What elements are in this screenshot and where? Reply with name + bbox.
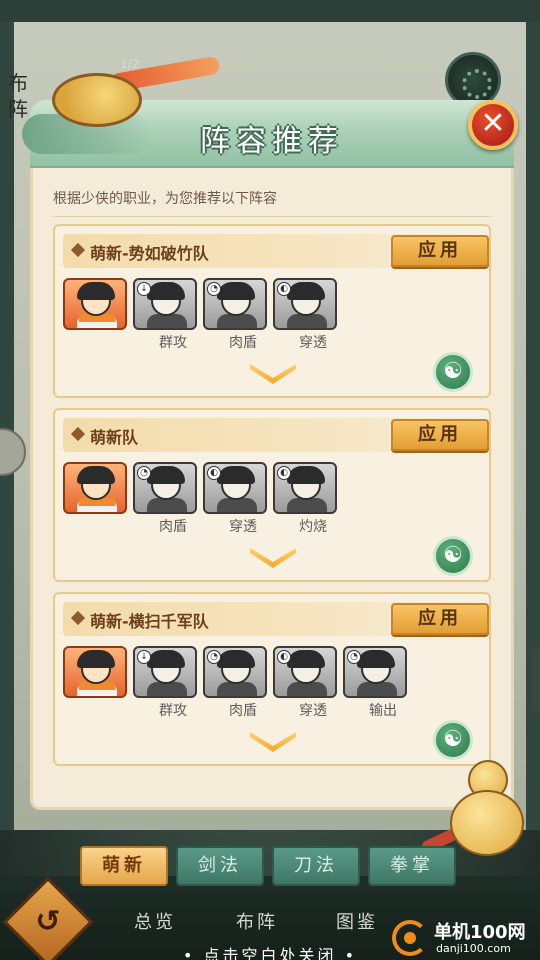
player-hero-portrait[interactable]	[63, 278, 127, 330]
hero-role-label: 穿透	[299, 335, 327, 351]
hero-class-badge-icon: ◔	[207, 282, 221, 296]
tab-2[interactable]: 刀法	[272, 846, 360, 886]
hero-portrait[interactable]: ◔	[133, 462, 197, 514]
watermark-logo-icon	[392, 920, 428, 956]
hero-class-badge-icon: ◐	[207, 466, 221, 480]
lineup-card: 萌新-势如破竹队 应用 ↓ 群攻 ◔ 肉盾 ◐ 穿透 ☯	[53, 224, 491, 398]
hero-role-label: 肉盾	[159, 519, 187, 535]
watermark-title: 单机100网	[434, 922, 526, 943]
hero-class-badge-icon: ◔	[347, 650, 361, 664]
expand-chevron-icon[interactable]	[250, 548, 296, 568]
close-x-icon: ✕	[480, 106, 506, 141]
hero-portrait[interactable]: ◐	[273, 646, 337, 698]
lineup-name: 萌新-势如破竹队	[90, 244, 209, 263]
expand-chevron-icon[interactable]	[250, 364, 296, 384]
lineup-card-header: 萌新队 应用	[63, 418, 489, 452]
yin-yang-button[interactable]: ☯	[433, 536, 473, 576]
divider	[53, 216, 491, 217]
hero-role-label: 穿透	[229, 519, 257, 535]
hero-role-label: 灼烧	[299, 519, 327, 535]
hero-class-badge-icon: ↓	[137, 282, 151, 296]
yin-yang-button[interactable]: ☯	[433, 352, 473, 392]
right-edge-notch	[532, 650, 540, 710]
lineup-card: 萌新队 应用 ◔ 肉盾 ◐ 穿透 ◐ 灼烧 ☯	[53, 408, 491, 582]
brush-ornament-icon	[40, 55, 221, 127]
hero-portrait[interactable]: ◐	[273, 278, 337, 330]
hero-class-badge-icon: ◔	[137, 466, 151, 480]
lineup-recommend-dialog: 阵容推荐 根据少侠的职业，为您推荐以下阵容 萌新-势如破竹队 应用 ↓ 群攻 ◔ 肉盾 ◐ 穿…	[22, 100, 514, 810]
tab-1[interactable]: 剑法	[176, 846, 264, 886]
lineup-name: 萌新队	[90, 428, 139, 447]
watermark-url: danji100.com	[436, 942, 511, 955]
lineup-card-header: 萌新-势如破竹队 应用	[63, 234, 489, 268]
hero-role-label: 肉盾	[229, 335, 257, 351]
hero-portrait[interactable]: ◐	[203, 462, 267, 514]
yin-yang-button[interactable]: ☯	[433, 720, 473, 760]
gourd-icon	[420, 760, 530, 860]
nav-codex[interactable]: 图鉴	[336, 908, 378, 934]
school-tabs: 萌新 剑法 刀法 拳掌	[80, 846, 480, 890]
diamond-bullet-icon	[70, 426, 86, 442]
hero-class-badge-icon: ◔	[207, 650, 221, 664]
yin-yang-icon: ☯	[443, 543, 463, 568]
diamond-bullet-icon	[70, 610, 86, 626]
hero-portrait[interactable]: ◐	[273, 462, 337, 514]
nav-formation[interactable]: 布阵	[236, 908, 278, 934]
yin-yang-icon: ☯	[443, 727, 463, 752]
diamond-bullet-icon	[70, 242, 86, 258]
hero-class-badge-icon: ◐	[277, 282, 291, 296]
site-watermark: 单机100网 danji100.com	[392, 916, 538, 960]
background-side-title: 布阵	[8, 71, 28, 121]
lineup-name: 萌新-横扫千军队	[90, 612, 209, 631]
hero-portrait[interactable]: ◔	[203, 646, 267, 698]
hero-role-label: 群攻	[159, 703, 187, 719]
top-strip	[0, 0, 540, 22]
hero-portrait[interactable]: ↓	[133, 278, 197, 330]
apply-lineup-button[interactable]: 应用	[391, 235, 489, 267]
close-button[interactable]: ✕	[468, 100, 518, 150]
hero-portrait[interactable]: ◔	[343, 646, 407, 698]
player-hero-portrait[interactable]	[63, 646, 127, 698]
tab-0[interactable]: 萌新	[80, 846, 168, 886]
lineup-card: 萌新-横扫千军队 应用 ↓ 群攻 ◔ 肉盾 ◐ 穿透 ◔ 输出 ☯	[53, 592, 491, 766]
dialog-subtitle: 根据少侠的职业，为您推荐以下阵容	[53, 191, 277, 207]
expand-chevron-icon[interactable]	[250, 732, 296, 752]
hero-role-label: 输出	[369, 703, 397, 719]
lineup-card-header: 萌新-横扫千军队 应用	[63, 602, 489, 636]
nav-overview[interactable]: 总览	[134, 908, 176, 934]
hero-role-label: 群攻	[159, 335, 187, 351]
hero-class-badge-icon: ◐	[277, 466, 291, 480]
apply-lineup-button[interactable]: 应用	[391, 603, 489, 635]
hero-portrait[interactable]: ◔	[203, 278, 267, 330]
dialog-body: 根据少侠的职业，为您推荐以下阵容 萌新-势如破竹队 应用 ↓ 群攻 ◔ 肉盾 ◐ 穿透 ☯ 萌新队…	[30, 168, 514, 810]
hero-role-label: 穿透	[299, 703, 327, 719]
player-hero-portrait[interactable]	[63, 462, 127, 514]
hero-portrait[interactable]: ↓	[133, 646, 197, 698]
hero-class-badge-icon: ↓	[137, 650, 151, 664]
hero-role-label: 肉盾	[229, 703, 257, 719]
yin-yang-icon: ☯	[443, 359, 463, 384]
tab-3[interactable]: 拳掌	[368, 846, 456, 886]
hero-class-badge-icon: ◐	[277, 650, 291, 664]
apply-lineup-button[interactable]: 应用	[391, 419, 489, 451]
